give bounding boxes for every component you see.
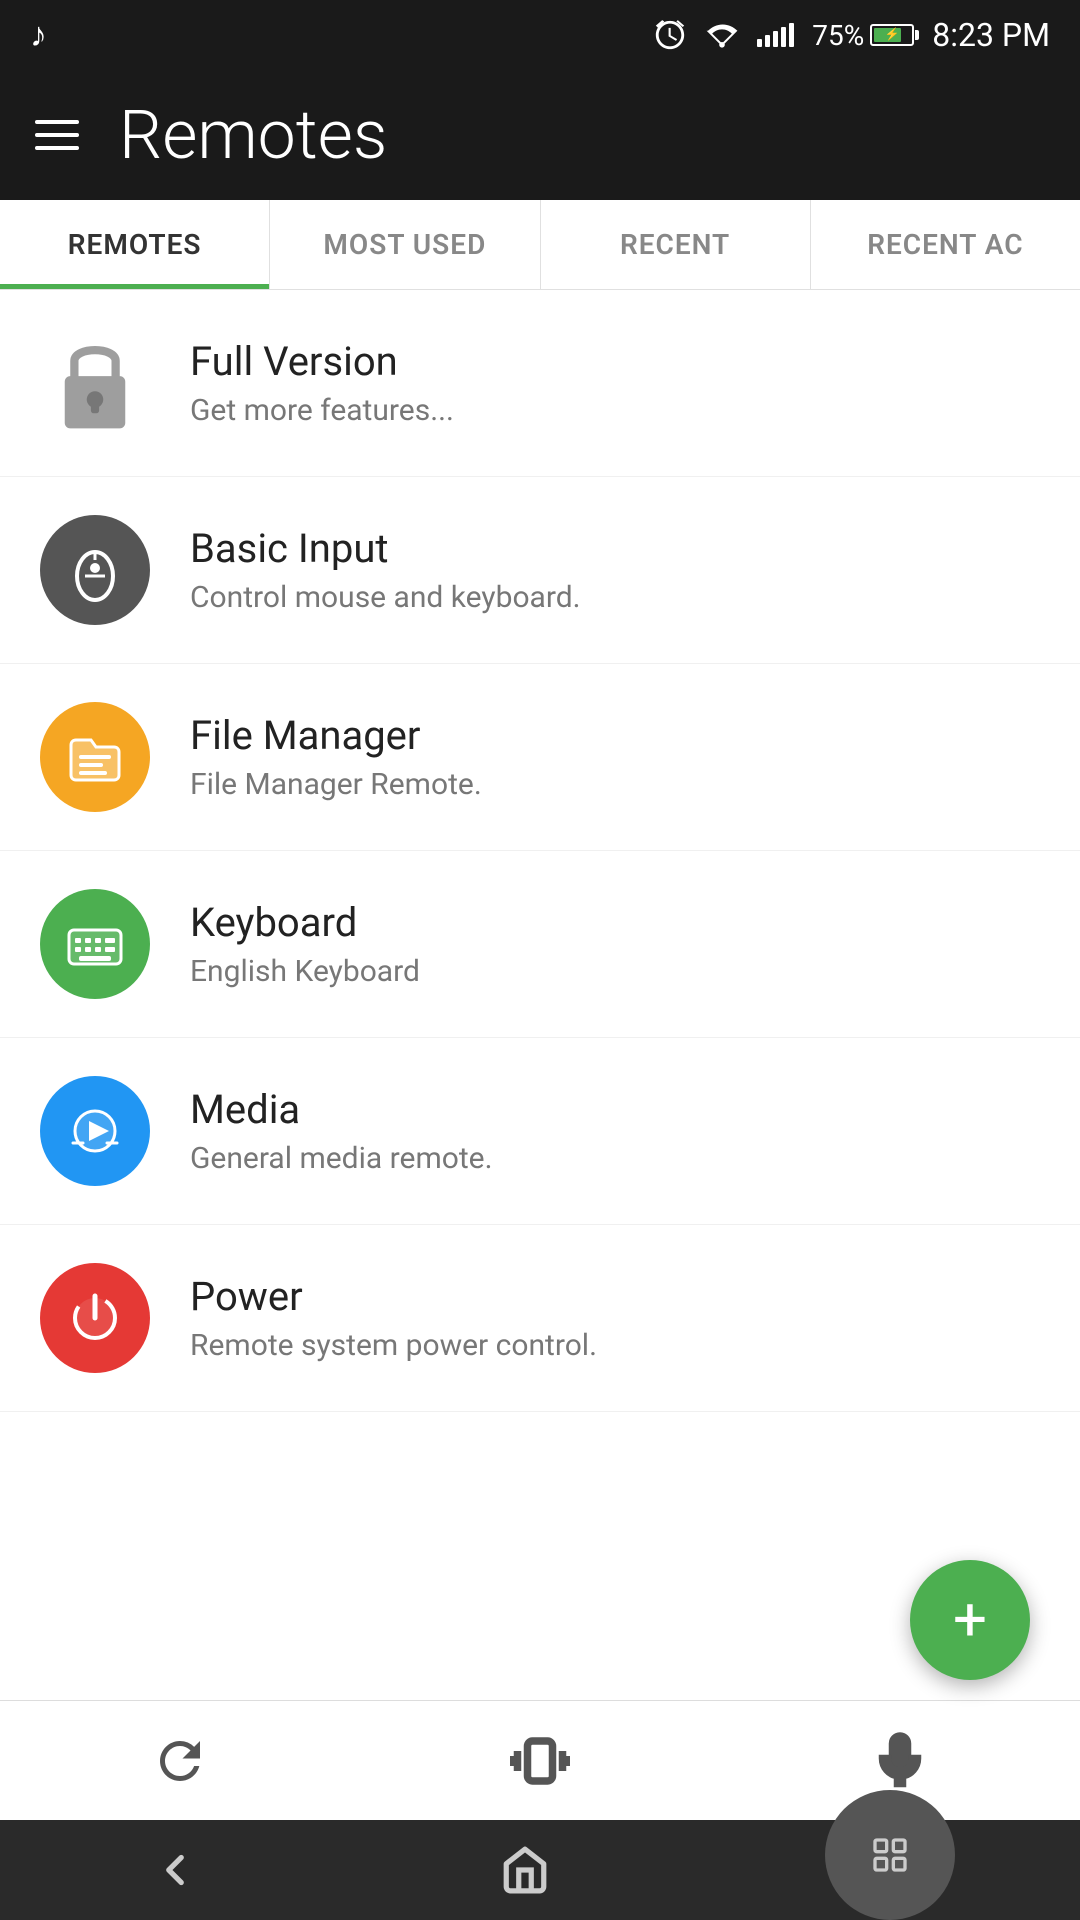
charging-bolt: ⚡ (885, 27, 900, 41)
list-item[interactable]: Basic Input Control mouse and keyboard. (0, 477, 1080, 664)
home-button[interactable] (475, 1835, 575, 1905)
refresh-button[interactable] (140, 1721, 220, 1801)
full-version-desc: Get more features... (190, 393, 454, 428)
vibrate-button[interactable] (500, 1721, 580, 1801)
back-button[interactable] (125, 1835, 225, 1905)
tab-recent-ac[interactable]: RECENT AC (811, 200, 1080, 289)
battery-icon: ⚡ (870, 24, 914, 46)
full-version-name: Full Version (190, 338, 454, 385)
basic-input-name: Basic Input (190, 525, 581, 572)
app-header: Remotes (0, 70, 1080, 200)
list-item[interactable]: Power Remote system power control. (0, 1225, 1080, 1412)
clock: 8:23 PM (932, 16, 1050, 54)
tab-remotes[interactable]: REMOTES (0, 200, 270, 289)
media-icon (40, 1076, 150, 1186)
add-icon: + (953, 1590, 987, 1650)
menu-button[interactable] (35, 120, 79, 150)
power-icon (40, 1263, 150, 1373)
media-info: Media General media remote. (190, 1086, 493, 1176)
signal-icon (757, 23, 794, 47)
status-right: 75% ⚡ 8:23 PM (653, 16, 1050, 54)
add-remote-button[interactable]: + (910, 1560, 1030, 1680)
music-icon: ♪ (30, 15, 47, 55)
alarm-icon (653, 18, 687, 52)
file-manager-name: File Manager (190, 712, 482, 759)
keyboard-name: Keyboard (190, 899, 420, 946)
keyboard-desc: English Keyboard (190, 954, 420, 989)
remote-list: Full Version Get more features... Basic … (0, 290, 1080, 1412)
status-left: ♪ (30, 15, 47, 55)
recents-button[interactable] (825, 1790, 955, 1920)
full-version-info: Full Version Get more features... (190, 338, 454, 428)
list-item[interactable]: File Manager File Manager Remote. (0, 664, 1080, 851)
basic-input-info: Basic Input Control mouse and keyboard. (190, 525, 581, 615)
battery-indicator: 75% ⚡ (812, 19, 914, 52)
file-manager-icon (40, 702, 150, 812)
media-desc: General media remote. (190, 1141, 493, 1176)
status-bar: ♪ 75% ⚡ 8:23 PM (0, 0, 1080, 70)
navigation-bar (0, 1820, 1080, 1920)
tab-most-used[interactable]: MOST USED (270, 200, 540, 289)
power-name: Power (190, 1273, 597, 1320)
media-name: Media (190, 1086, 493, 1133)
keyboard-info: Keyboard English Keyboard (190, 899, 420, 989)
power-desc: Remote system power control. (190, 1328, 597, 1363)
file-manager-info: File Manager File Manager Remote. (190, 712, 482, 802)
power-info: Power Remote system power control. (190, 1273, 597, 1363)
mic-button[interactable] (860, 1721, 940, 1801)
tab-bar: REMOTES MOST USED RECENT RECENT AC (0, 200, 1080, 290)
keyboard-icon (40, 889, 150, 999)
list-item[interactable]: Full Version Get more features... (0, 290, 1080, 477)
tab-recent[interactable]: RECENT (541, 200, 811, 289)
full-version-icon (40, 328, 150, 438)
page-title: Remotes (119, 95, 387, 175)
list-item[interactable]: Media General media remote. (0, 1038, 1080, 1225)
wifi-icon (705, 21, 739, 49)
list-item[interactable]: Keyboard English Keyboard (0, 851, 1080, 1038)
basic-input-desc: Control mouse and keyboard. (190, 580, 581, 615)
battery-percent: 75% (812, 19, 864, 52)
basic-input-icon (40, 515, 150, 625)
file-manager-desc: File Manager Remote. (190, 767, 482, 802)
